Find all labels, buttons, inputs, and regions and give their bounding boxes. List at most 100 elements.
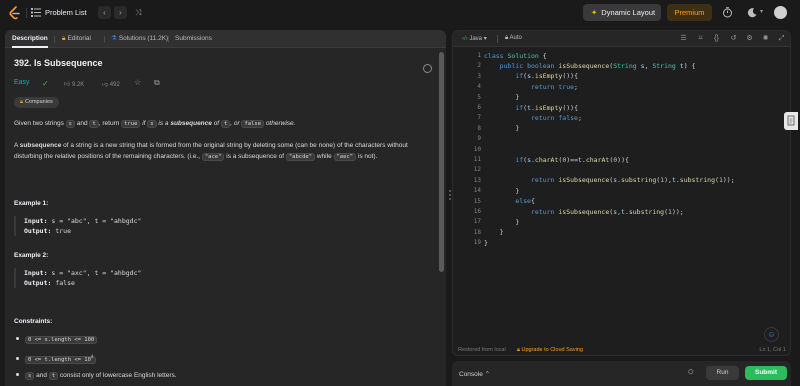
line-number: 9 xyxy=(477,135,481,143)
chevron-up-icon: ⌃ xyxy=(484,371,491,378)
chat-assistant-button[interactable]: ☺ xyxy=(764,327,779,342)
cursor-position: Ln 1, Col 1 xyxy=(759,347,786,353)
next-problem-button[interactable]: › xyxy=(114,6,127,19)
line-number: 6 xyxy=(477,104,481,111)
premium-button[interactable]: Premium xyxy=(667,4,712,21)
line-number: 17 xyxy=(473,218,481,226)
line-number: 2 xyxy=(477,62,481,70)
timer-icon[interactable] xyxy=(722,7,733,18)
debug-icon[interactable]: ⛭ xyxy=(688,369,694,377)
side-notes-tab[interactable] xyxy=(784,112,798,130)
dynamic-layout-button[interactable]: ✦ Dynamic Layout xyxy=(583,4,661,21)
line-number: 1 xyxy=(477,52,481,59)
line-number: 4 xyxy=(477,83,481,91)
code-line: if(s.charAt(0)==t.charAt(0)){ xyxy=(515,155,629,164)
line-number: 14 xyxy=(473,187,481,195)
notes-icon[interactable]: ☰ xyxy=(679,34,688,43)
dynamic-layout-label: Dynamic Layout xyxy=(601,8,656,17)
panel-resize-handle[interactable] xyxy=(449,190,451,202)
code-line: return false; xyxy=(530,113,582,122)
line-number: 19 xyxy=(473,239,481,247)
left-panel-tabs: Description 🔒︎ Editorial ⚗︎ Solutions (11.… xyxy=(5,30,446,48)
run-button[interactable]: Run xyxy=(706,366,739,380)
upgrade-cloud-link[interactable]: 🔒︎ Upgrade to Cloud Saving xyxy=(517,347,583,354)
constraint-item: 0 <= s.length <= 100 xyxy=(14,336,98,344)
line-number: 10 xyxy=(473,145,481,153)
companies-tag[interactable]: 🔒︎ Companies xyxy=(14,97,59,108)
code-line: } xyxy=(515,93,520,102)
code-line: if(t.isEmpty()){ xyxy=(515,103,578,112)
tab-submissions[interactable]: Submissions xyxy=(175,30,212,48)
code-editor-panel: ‹/› Java ▾ 🔒︎ Auto ☰ ⌑ {} ↺ ⚙ ✺ ⤢ 1 class… xyxy=(452,30,791,356)
line-number: 7 xyxy=(477,114,481,122)
problem-content: 392. Is Subsequence Easy ✓ 👍︎ 9.2K 👎︎ 49… xyxy=(14,58,434,380)
like-button[interactable]: 👍︎ 9.2K xyxy=(64,80,84,88)
leetcode-logo-icon[interactable] xyxy=(8,6,21,20)
tab-editorial[interactable]: 🔒︎ Editorial xyxy=(62,30,91,48)
line-number: 16 xyxy=(473,208,481,215)
problem-statement-p1: Given two strings s and t, return true i… xyxy=(14,120,296,128)
constraints-title: Constraints: xyxy=(14,318,53,325)
problem-list-icon[interactable] xyxy=(31,8,41,17)
line-number: 12 xyxy=(473,166,481,174)
code-line: if(s.isEmpty()){ xyxy=(515,72,578,81)
braces-icon[interactable]: {} xyxy=(712,34,721,43)
example-2-title: Example 2: xyxy=(14,252,49,259)
lock-icon: 🔒︎ xyxy=(62,35,66,42)
problem-statement-p2: A subsequence of a string is a new strin… xyxy=(14,142,408,161)
line-number: 5 xyxy=(477,93,481,101)
problem-list-link[interactable]: Problem List xyxy=(45,8,87,17)
gear-icon[interactable]: ✺ xyxy=(761,34,770,43)
settings-icon[interactable]: ⚙ xyxy=(745,34,754,43)
code-line: } xyxy=(515,124,520,133)
bookmark-icon[interactable]: ⌑ xyxy=(696,34,705,43)
description-scrollbar[interactable] xyxy=(439,52,444,272)
hint-settings-icon[interactable] xyxy=(423,64,432,73)
problem-meta-row: Easy ✓ 👍︎ 9.2K 👎︎ 492 ☆ ⧉ xyxy=(14,78,214,90)
top-navbar: Problem List ‹ › ⤨ ✦ Dynamic Layout Premi… xyxy=(0,0,800,26)
user-avatar[interactable] xyxy=(774,6,787,19)
code-line: else{ xyxy=(515,197,535,206)
problem-title: 392. Is Subsequence xyxy=(14,58,103,68)
code-icon: ‹/› xyxy=(462,36,468,42)
restored-label: Restored from local xyxy=(458,347,506,353)
example-2-block: Input: s = "axc", t = "ahbgdc" Output: f… xyxy=(14,268,438,288)
prev-problem-button[interactable]: ‹ xyxy=(98,6,111,19)
favorite-star-icon[interactable]: ☆ xyxy=(134,78,141,87)
language-select[interactable]: ‹/› Java ▾ xyxy=(462,35,487,42)
lock-icon: 🔒︎ xyxy=(505,35,509,41)
console-bar: Console ⌃ ⛭ Run Submit xyxy=(452,361,791,386)
tab-solutions[interactable]: ⚗︎ Solutions (11.2K) xyxy=(111,30,168,48)
submit-button[interactable]: Submit xyxy=(745,366,787,380)
console-toggle[interactable]: Console ⌃ xyxy=(459,370,490,378)
line-number: 3 xyxy=(477,72,481,80)
line-number: 15 xyxy=(473,197,481,205)
code-line: } xyxy=(499,228,504,237)
code-line: return isSubsequence(s,t.substring(1)); xyxy=(530,207,684,216)
fullscreen-icon[interactable]: ⤢ xyxy=(777,34,786,43)
theme-dropdown-chevron-icon[interactable]: ▾ xyxy=(760,8,763,15)
code-line: } xyxy=(515,217,520,226)
code-line: public boolean isSubsequence(String s, S… xyxy=(499,61,696,70)
autosave-indicator[interactable]: 🔒︎ Auto xyxy=(505,35,522,42)
line-number: 13 xyxy=(473,176,481,184)
theme-toggle-icon[interactable] xyxy=(747,7,758,18)
difficulty-badge: Easy xyxy=(14,79,30,86)
code-line: class Solution { xyxy=(484,51,547,60)
code-line: } xyxy=(515,186,520,195)
shuffle-icon[interactable]: ⤨ xyxy=(135,8,145,17)
code-line: return true; xyxy=(530,82,578,91)
lock-icon: 🔒︎ xyxy=(517,347,520,353)
example-1-block: Input: s = "abc", t = "ahbgdc" Output: t… xyxy=(14,216,438,236)
example-1-title: Example 1: xyxy=(14,200,49,207)
constraint-item: 0 <= t.length <= 104 xyxy=(14,354,97,364)
code-line: } xyxy=(484,238,488,247)
lock-icon: 🔒︎ xyxy=(20,99,23,105)
reset-icon[interactable]: ↺ xyxy=(729,34,738,43)
editor-toolbar: ‹/› Java ▾ 🔒︎ Auto ☰ ⌑ {} ↺ ⚙ ✺ ⤢ xyxy=(453,31,790,47)
line-number: 11 xyxy=(473,156,481,163)
constraint-item: s and t consist only of lowercase Englis… xyxy=(14,372,177,380)
dislike-button[interactable]: 👎︎ 492 xyxy=(102,80,120,88)
tab-description[interactable]: Description xyxy=(12,30,48,48)
share-icon[interactable]: ⧉ xyxy=(154,78,160,88)
